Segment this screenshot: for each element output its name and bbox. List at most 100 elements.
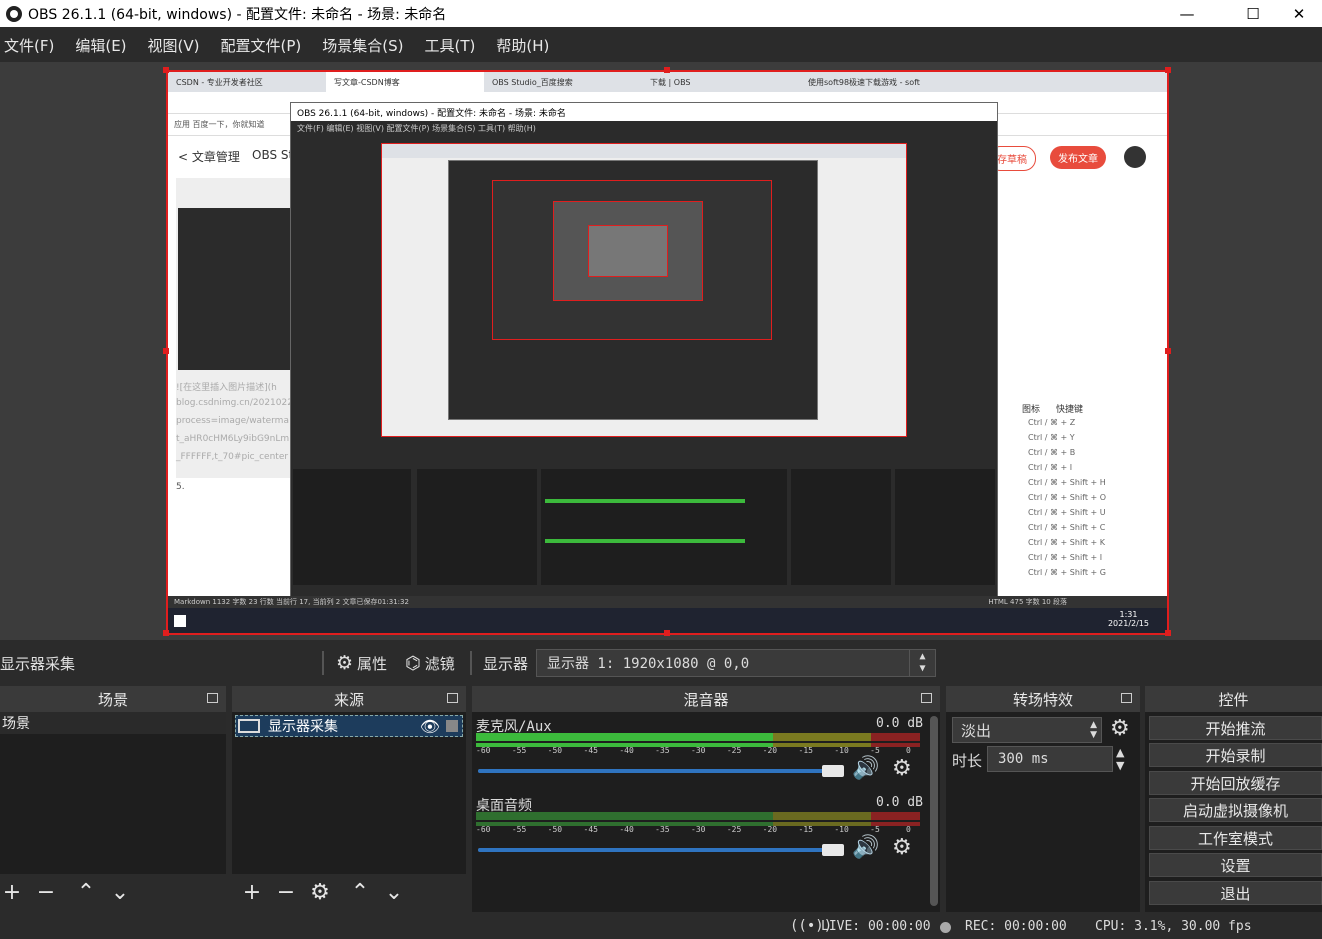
move-up-icon[interactable]: ⌃ xyxy=(74,882,98,904)
captured-obs-window: OBS 26.1.1 (64-bit, windows) - 配置文件: 未命名… xyxy=(290,102,998,598)
scenes-header: 场景 xyxy=(0,686,226,712)
remove-scene-icon[interactable]: − xyxy=(34,882,58,904)
display-select[interactable]: 显示器 1: 1920x1080 @ 0,0 ▲ ▼ xyxy=(536,649,936,677)
captured-shortcut: Ctrl / ⌘ + Shift + I xyxy=(1028,553,1103,562)
source-item[interactable]: 显示器采集 👁 xyxy=(235,715,463,737)
rec-status: REC: 00:00:00 xyxy=(965,919,1067,934)
menu-file[interactable]: 文件(F) xyxy=(4,35,54,56)
duration-label: 时长 xyxy=(952,752,983,770)
captured-shortcut: Ctrl / ⌘ + B xyxy=(1028,448,1076,457)
undock-icon[interactable] xyxy=(447,693,458,703)
speaker-icon[interactable]: 🔊 xyxy=(852,835,879,860)
duration-input[interactable]: 300 ms xyxy=(987,746,1113,772)
captured-recursive-preview-2 xyxy=(492,180,772,340)
preview-area: CSDN - 专业开发者社区 写文章-CSDN博客 OBS Studio_百度搜… xyxy=(0,62,1322,640)
transition-select[interactable]: 淡出 ▲ ▼ xyxy=(952,717,1102,743)
scene-item[interactable]: 场景 xyxy=(0,712,226,734)
mixer-scrollbar[interactable] xyxy=(930,716,938,906)
preview-canvas[interactable]: CSDN - 专业开发者社区 写文章-CSDN博客 OBS Studio_百度搜… xyxy=(166,70,1169,635)
volume-slider-fill xyxy=(478,769,844,773)
captured-clock-date: 2021/2/15 xyxy=(1107,619,1149,628)
meter-tick-label: -50 xyxy=(547,746,563,755)
eye-icon[interactable]: 👁 xyxy=(420,717,440,736)
source-settings-icon[interactable]: ⚙ xyxy=(308,882,332,904)
captured-text: blog.csdnimg.cn/2021022 xyxy=(176,398,293,408)
volume-slider-knob[interactable] xyxy=(822,844,844,856)
menu-help[interactable]: 帮助(H) xyxy=(496,35,549,56)
add-source-icon[interactable]: + xyxy=(240,882,264,904)
rec-icon xyxy=(940,922,951,933)
meter-tick-label: -30 xyxy=(691,746,706,755)
volume-slider-fill xyxy=(478,848,844,852)
settings-button[interactable]: 设置 xyxy=(1149,853,1322,877)
captured-clock-time: 1:31 xyxy=(1119,610,1138,619)
mixer-channel-db: 0.0 dB xyxy=(876,716,923,731)
meter-tick-label: -45 xyxy=(583,825,598,834)
captured-text: t_aHR0cHM6Ly9ibG9nLm xyxy=(176,434,290,444)
move-up-icon[interactable]: ⌃ xyxy=(348,882,372,904)
transition-settings-icon[interactable]: ⚙ xyxy=(1110,716,1130,741)
captured-text: process=image/waterma xyxy=(176,416,289,426)
start-virtual-camera-button[interactable]: 启动虚拟摄像机 xyxy=(1149,798,1322,822)
gear-icon: ⚙ xyxy=(336,652,354,674)
mixer-settings-icon[interactable]: ⚙ xyxy=(892,835,912,860)
resize-handle[interactable] xyxy=(1165,630,1171,636)
resize-handle[interactable] xyxy=(664,630,670,636)
meter-tick-label: -10 xyxy=(834,746,849,755)
undock-icon[interactable] xyxy=(207,693,218,703)
resize-handle[interactable] xyxy=(664,67,670,73)
menu-view[interactable]: 视图(V) xyxy=(148,35,200,56)
resize-handle[interactable] xyxy=(163,348,169,354)
add-scene-icon[interactable]: + xyxy=(0,882,24,904)
start-replay-buffer-button[interactable]: 开始回放缓存 xyxy=(1149,771,1322,795)
menu-edit[interactable]: 编辑(E) xyxy=(75,35,126,56)
studio-mode-button[interactable]: 工作室模式 xyxy=(1149,826,1322,850)
resize-handle[interactable] xyxy=(163,630,169,636)
meter-tick-label: -15 xyxy=(798,746,813,755)
meter-tick-label: -55 xyxy=(511,746,527,755)
window-titlebar: OBS 26.1.1 (64-bit, windows) - 配置文件: 未命名… xyxy=(0,0,1322,27)
menu-scene-collection[interactable]: 场景集合(S) xyxy=(322,35,403,56)
start-recording-button[interactable]: 开始录制 xyxy=(1149,743,1322,767)
filters-button[interactable]: ⌬ 滤镜 xyxy=(405,653,455,674)
undock-icon[interactable] xyxy=(1121,693,1132,703)
move-down-icon[interactable]: ⌄ xyxy=(382,882,406,904)
captured-browser-tabs: CSDN - 专业开发者社区 写文章-CSDN博客 OBS Studio_百度搜… xyxy=(168,72,1167,92)
exit-button[interactable]: 退出 xyxy=(1149,881,1322,905)
volume-slider-knob[interactable] xyxy=(822,765,844,777)
mixer-channel-db: 0.0 dB xyxy=(876,795,923,810)
captured-shortcut: Ctrl / ⌘ + Y xyxy=(1028,433,1075,442)
volume-slider[interactable] xyxy=(478,765,844,777)
meter-tick-label: -10 xyxy=(834,825,849,834)
undock-icon[interactable] xyxy=(921,693,932,703)
captured-shortcut: Ctrl / ⌘ + Shift + C xyxy=(1028,523,1106,532)
resize-handle[interactable] xyxy=(1165,348,1171,354)
menu-tools[interactable]: 工具(T) xyxy=(424,35,475,56)
obs-logo-icon xyxy=(6,5,22,22)
captured-editor-title: OBS St xyxy=(252,148,294,162)
menu-profile[interactable]: 配置文件(P) xyxy=(221,35,302,56)
meter-tick-label: -20 xyxy=(762,825,778,834)
resize-handle[interactable] xyxy=(163,67,169,73)
volume-slider[interactable] xyxy=(478,844,844,856)
properties-button[interactable]: ⚙ 属性 xyxy=(336,652,387,674)
maximize-button[interactable]: ☐ xyxy=(1230,0,1276,27)
meter-tick-label: -25 xyxy=(726,825,742,834)
minimize-button[interactable]: — xyxy=(1164,0,1210,27)
captured-text: _FFFFFF,t_70#pic_center xyxy=(176,452,289,462)
duration-value: 300 ms xyxy=(998,751,1049,767)
mixer-settings-icon[interactable]: ⚙ xyxy=(892,756,912,781)
lock-icon[interactable] xyxy=(446,720,458,732)
captured-obs-title: OBS 26.1.1 (64-bit, windows) - 配置文件: 未命名… xyxy=(291,103,997,121)
captured-tab: 使用soft98极速下载游戏 - soft xyxy=(808,78,920,87)
move-down-icon[interactable]: ⌄ xyxy=(108,882,132,904)
monitor-icon xyxy=(238,719,260,733)
transitions-header: 转场特效 xyxy=(946,686,1140,712)
speaker-icon[interactable]: 🔊 xyxy=(852,756,879,781)
duration-spinner-icon[interactable]: ▲ ▼ xyxy=(1116,746,1124,772)
resize-handle[interactable] xyxy=(1165,67,1171,73)
captured-shortcut-header: 快捷键 xyxy=(1056,405,1084,415)
start-streaming-button[interactable]: 开始推流 xyxy=(1149,716,1322,740)
remove-source-icon[interactable]: − xyxy=(274,882,298,904)
close-button[interactable]: ✕ xyxy=(1276,0,1322,27)
